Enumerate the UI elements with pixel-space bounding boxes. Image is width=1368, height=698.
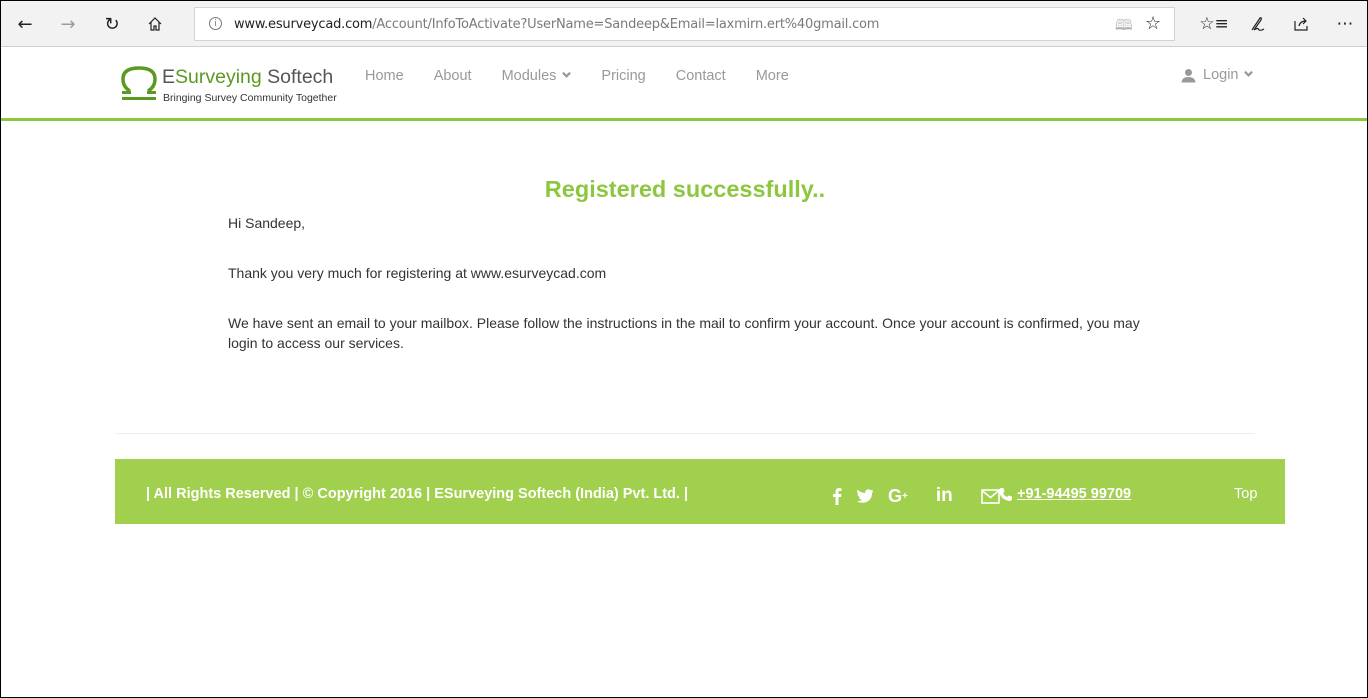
phone-link[interactable]: +91-94495 99709 xyxy=(1017,486,1131,502)
chevron-down-icon xyxy=(1244,70,1254,77)
url-text[interactable]: www.esurveycad.com/Account/InfoToActivat… xyxy=(234,17,879,32)
address-bar[interactable]: i www.esurveycad.com/Account/InfoToActiv… xyxy=(194,7,1175,41)
phone-contact: +91-94495 99709 xyxy=(998,486,1131,502)
instructions-text: We have sent an email to your mailbox. P… xyxy=(228,315,1140,351)
site-footer: | All Rights Reserved | © Copyright 2016… xyxy=(115,459,1285,524)
logo-title: ESurveying Softech xyxy=(162,66,333,89)
home-icon xyxy=(148,17,162,31)
favorites-list-button[interactable]: ☆≡ xyxy=(1199,9,1229,39)
google-plus-link[interactable]: G + xyxy=(888,486,922,507)
nav-modules[interactable]: Modules xyxy=(502,68,572,84)
linkedin-icon: in xyxy=(935,485,953,506)
twitter-link[interactable] xyxy=(856,488,874,504)
nav-label: Home xyxy=(365,68,404,84)
site-header: ESurveying Softech Bringing Survey Commu… xyxy=(1,48,1367,121)
twitter-icon xyxy=(856,488,874,503)
nav-about[interactable]: About xyxy=(434,68,472,84)
chevron-down-icon xyxy=(562,71,572,78)
url-path: /Account/InfoToActivate?UserName=Sandeep… xyxy=(372,17,880,32)
phone-icon xyxy=(999,487,1012,501)
copyright-text: | All Rights Reserved | © Copyright 2016… xyxy=(146,486,689,502)
arrow-right-icon: → xyxy=(60,13,76,35)
site-info-icon[interactable]: i xyxy=(209,17,222,30)
logo[interactable]: ESurveying Softech Bringing Survey Commu… xyxy=(121,65,341,105)
social-links: G + in xyxy=(832,485,1014,507)
login-dropdown[interactable]: Login xyxy=(1181,67,1254,83)
forward-button[interactable]: → xyxy=(53,9,83,39)
logo-title-green: Surveying xyxy=(175,66,262,88)
back-button[interactable]: ← xyxy=(10,9,40,39)
nav-contact[interactable]: Contact xyxy=(676,68,726,84)
refresh-icon: ↻ xyxy=(104,13,120,35)
login-label: Login xyxy=(1203,67,1239,83)
page-title: Registered successfully.. xyxy=(544,176,826,202)
omega-logo-icon xyxy=(121,66,157,100)
nav-label: Pricing xyxy=(601,68,646,84)
facebook-link[interactable] xyxy=(832,487,842,505)
logo-title-suffix: Softech xyxy=(261,66,334,88)
favorites-list-icon: ☆≡ xyxy=(1199,14,1229,34)
url-domain: www.esurveycad.com xyxy=(234,17,373,32)
logo-tagline: Bringing Survey Community Together xyxy=(163,92,337,104)
pen-button[interactable] xyxy=(1243,9,1273,39)
nav-pricing[interactable]: Pricing xyxy=(601,68,645,84)
more-icon: ⋯ xyxy=(1336,14,1354,34)
facebook-icon xyxy=(833,488,842,505)
nav-label: More xyxy=(755,68,789,84)
nav-label: Modules xyxy=(501,68,557,84)
nav-label: About xyxy=(433,68,472,84)
nav-label: Contact xyxy=(675,68,726,84)
more-button[interactable]: ⋯ xyxy=(1330,9,1360,39)
back-to-top-link[interactable]: Top xyxy=(1234,486,1257,502)
browser-toolbar: ← → ↻ i www.esurveycad.com/Account/InfoT… xyxy=(1,1,1367,47)
nav-more[interactable]: More xyxy=(756,68,789,84)
reading-view-icon[interactable]: 🕮 xyxy=(1115,15,1133,40)
share-icon xyxy=(1294,17,1308,31)
greeting-text: Hi Sandeep, xyxy=(228,215,306,231)
refresh-button[interactable]: ↻ xyxy=(97,9,127,39)
email-link[interactable] xyxy=(980,488,1000,504)
favorite-star-icon[interactable]: ☆ xyxy=(1145,13,1161,34)
pen-icon xyxy=(1251,17,1265,31)
logo-title-prefix: E xyxy=(162,66,176,88)
linkedin-link[interactable]: in xyxy=(936,485,967,507)
email-icon xyxy=(980,488,1000,504)
user-icon xyxy=(1181,68,1196,82)
main-nav: Home About Modules Pricing Contact More xyxy=(365,68,819,84)
thanks-text: Thank you very much for registering at w… xyxy=(228,265,607,281)
nav-home[interactable]: Home xyxy=(365,68,404,84)
arrow-left-icon: ← xyxy=(17,13,33,35)
share-button[interactable] xyxy=(1286,9,1316,39)
home-button[interactable] xyxy=(140,9,170,39)
content-divider xyxy=(115,433,1255,434)
google-plus-icon: G + xyxy=(888,485,908,506)
